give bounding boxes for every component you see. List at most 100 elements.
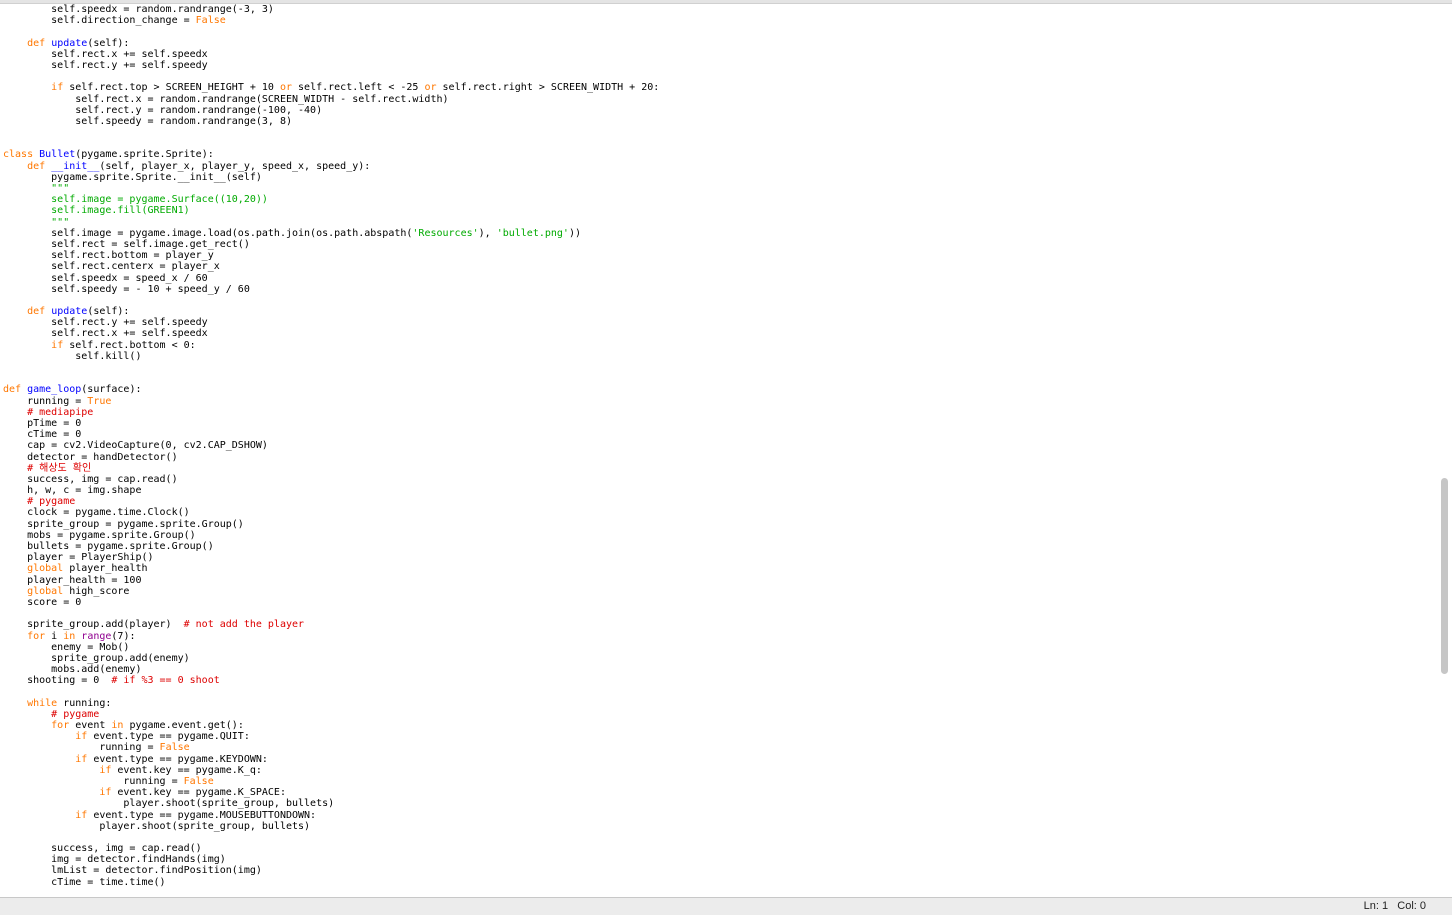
code-line[interactable]: detector = handDetector() <box>3 452 1438 463</box>
code-token: self.rect.y = random.randrange(-100, -40… <box>3 104 323 116</box>
code-line[interactable]: shooting = 0 # if %3 == 0 shoot <box>3 675 1438 686</box>
code-line[interactable]: if event.type == pygame.QUIT: <box>3 731 1438 742</box>
code-line[interactable]: self.rect = self.image.get_rect() <box>3 239 1438 250</box>
code-line[interactable]: player = PlayerShip() <box>3 552 1438 563</box>
code-line[interactable] <box>3 138 1438 149</box>
vertical-scrollbar[interactable] <box>1438 4 1452 897</box>
code-line[interactable]: h, w, c = img.shape <box>3 485 1438 496</box>
code-line[interactable]: global high_score <box>3 586 1438 597</box>
code-line[interactable]: def update(self): <box>3 38 1438 49</box>
code-text[interactable]: self.speedx = random.randrange(-3, 3) se… <box>0 4 1438 888</box>
code-line[interactable]: if event.key == pygame.K_SPACE: <box>3 787 1438 798</box>
code-line[interactable]: self.speedx = random.randrange(-3, 3) <box>3 4 1438 15</box>
code-line[interactable]: self.rect.y = random.randrange(-100, -40… <box>3 105 1438 116</box>
code-line[interactable]: for i in range(7): <box>3 631 1438 642</box>
code-line[interactable]: self.image = pygame.Surface((10,20)) <box>3 194 1438 205</box>
code-line[interactable]: if event.type == pygame.KEYDOWN: <box>3 754 1438 765</box>
code-token: event.key == pygame.K_q: <box>111 764 262 776</box>
code-line[interactable]: if self.rect.top > SCREEN_HEIGHT + 10 or… <box>3 82 1438 93</box>
code-line[interactable] <box>3 295 1438 306</box>
code-line[interactable]: self.image.fill(GREEN1) <box>3 205 1438 216</box>
code-line[interactable]: # pygame <box>3 496 1438 507</box>
code-line[interactable] <box>3 362 1438 373</box>
code-line[interactable] <box>3 71 1438 82</box>
code-line[interactable]: self.rect.centerx = player_x <box>3 261 1438 272</box>
code-token: cap = cv2.VideoCapture(0, cv2.CAP_DSHOW) <box>3 440 268 452</box>
code-line[interactable]: while running: <box>3 698 1438 709</box>
code-line[interactable]: self.kill() <box>3 351 1438 362</box>
code-token: self.rect.bottom = player_y <box>3 250 214 262</box>
code-line[interactable] <box>3 686 1438 697</box>
code-line[interactable]: pTime = 0 <box>3 418 1438 429</box>
code-line[interactable]: bullets = pygame.sprite.Group() <box>3 541 1438 552</box>
code-line[interactable]: self.rect.y += self.speedy <box>3 60 1438 71</box>
code-line[interactable]: score = 0 <box>3 597 1438 608</box>
code-line[interactable]: if self.rect.bottom < 0: <box>3 340 1438 351</box>
code-line[interactable]: def game_loop(surface): <box>3 384 1438 395</box>
code-line[interactable]: enemy = Mob() <box>3 642 1438 653</box>
code-line[interactable]: self.rect.x = random.randrange(SCREEN_WI… <box>3 94 1438 105</box>
code-token: self.rect.x += self.speedx <box>3 328 208 340</box>
identifier-def-token: update <box>51 37 88 49</box>
code-line[interactable]: def __init__(self, player_x, player_y, s… <box>3 161 1438 172</box>
code-line[interactable]: cTime = 0 <box>3 429 1438 440</box>
code-line[interactable]: self.rect.y += self.speedy <box>3 317 1438 328</box>
scrollbar-thumb[interactable] <box>1441 478 1448 674</box>
code-token: self.rect.y += self.speedy <box>3 317 208 329</box>
code-line[interactable]: player_health = 100 <box>3 575 1438 586</box>
code-line[interactable] <box>3 26 1438 37</box>
code-line[interactable]: def update(self): <box>3 306 1438 317</box>
code-line[interactable]: self.image = pygame.image.load(os.path.j… <box>3 228 1438 239</box>
code-token: self.image = pygame.image.load(os.path.j… <box>3 227 413 239</box>
code-line[interactable]: player.shoot(sprite_group, bullets) <box>3 821 1438 832</box>
code-line[interactable]: running = False <box>3 776 1438 787</box>
code-line[interactable]: for event in pygame.event.get(): <box>3 720 1438 731</box>
code-line[interactable]: class Bullet(pygame.sprite.Sprite): <box>3 149 1438 160</box>
code-line[interactable]: self.speedy = random.randrange(3, 8) <box>3 116 1438 127</box>
code-line[interactable]: success, img = cap.read() <box>3 474 1438 485</box>
code-line[interactable] <box>3 127 1438 138</box>
code-token: (pygame.sprite.Sprite): <box>75 149 214 161</box>
code-line[interactable] <box>3 373 1438 384</box>
code-line[interactable]: clock = pygame.time.Clock() <box>3 507 1438 518</box>
code-line[interactable] <box>3 608 1438 619</box>
code-line[interactable]: mobs = pygame.sprite.Group() <box>3 530 1438 541</box>
code-line[interactable]: self.speedy = - 10 + speed_y / 60 <box>3 284 1438 295</box>
code-token: )) <box>568 227 581 239</box>
code-line[interactable]: # mediapipe <box>3 407 1438 418</box>
comment-token: # pygame <box>3 708 100 720</box>
code-line[interactable]: running = True <box>3 396 1438 407</box>
code-line[interactable]: # pygame <box>3 709 1438 720</box>
comment-token: # if %3 == 0 shoot <box>111 675 220 687</box>
code-line[interactable]: cTime = time.time() <box>3 877 1438 888</box>
code-line[interactable]: """ <box>3 183 1438 194</box>
code-token: (surface): <box>81 384 142 396</box>
code-line[interactable]: cap = cv2.VideoCapture(0, cv2.CAP_DSHOW) <box>3 440 1438 451</box>
code-line[interactable]: sprite_group.add(enemy) <box>3 653 1438 664</box>
code-line[interactable]: sprite_group = pygame.sprite.Group() <box>3 519 1438 530</box>
code-line[interactable]: self.rect.x += self.speedx <box>3 49 1438 60</box>
code-line[interactable]: self.rect.bottom = player_y <box>3 250 1438 261</box>
code-line[interactable]: self.rect.x += self.speedx <box>3 328 1438 339</box>
code-line[interactable]: """ <box>3 217 1438 228</box>
code-token: running = <box>3 395 88 407</box>
code-line[interactable]: if event.type == pygame.MOUSEBUTTONDOWN: <box>3 810 1438 821</box>
code-editor[interactable]: self.speedx = random.randrange(-3, 3) se… <box>0 4 1438 897</box>
code-line[interactable]: img = detector.findHands(img) <box>3 854 1438 865</box>
code-line[interactable]: mobs.add(enemy) <box>3 664 1438 675</box>
code-line[interactable]: running = False <box>3 742 1438 753</box>
code-line[interactable]: sprite_group.add(player) # not add the p… <box>3 619 1438 630</box>
code-line[interactable]: success, img = cap.read() <box>3 843 1438 854</box>
code-line[interactable]: if event.key == pygame.K_q: <box>3 765 1438 776</box>
code-line[interactable]: pygame.sprite.Sprite.__init__(self) <box>3 172 1438 183</box>
code-line[interactable]: lmList = detector.findPosition(img) <box>3 865 1438 876</box>
code-line[interactable]: # 해상도 확인 <box>3 463 1438 474</box>
code-line[interactable]: global player_health <box>3 563 1438 574</box>
code-line[interactable]: self.direction_change = False <box>3 15 1438 26</box>
code-line[interactable]: self.speedx = speed_x / 60 <box>3 273 1438 284</box>
keyword-token: or <box>279 82 293 94</box>
code-token: self.speedy = random.randrange(3, 8) <box>3 115 292 127</box>
code-line[interactable]: player.shoot(sprite_group, bullets) <box>3 798 1438 809</box>
code-line[interactable] <box>3 832 1438 843</box>
code-token: success, img = cap.read() <box>3 473 178 485</box>
